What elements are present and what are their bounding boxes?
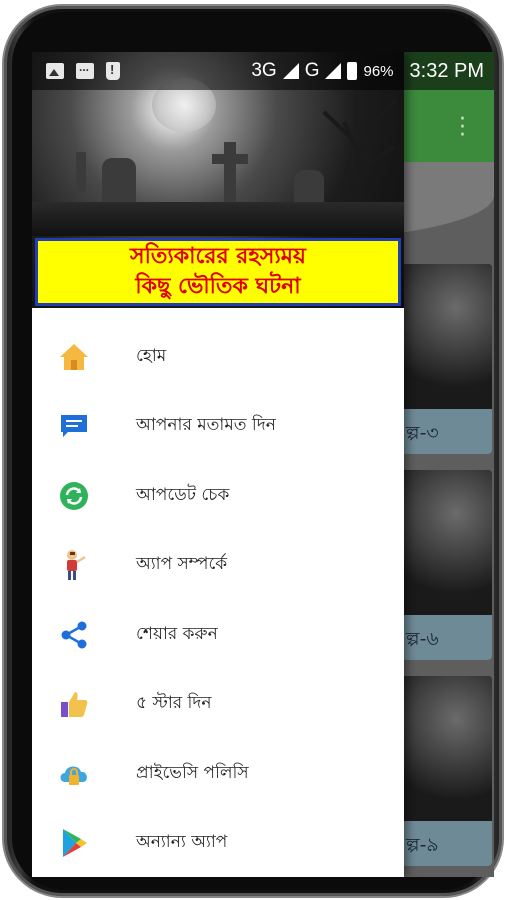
screen: · · · ল্প-৩ ল্প-৬ ল্প-৯ ... ! 3G G 96% 3… <box>32 52 494 877</box>
battery-icon <box>347 62 358 80</box>
signal-icon-2 <box>325 63 342 79</box>
menu-item-home[interactable]: হোম <box>32 322 404 392</box>
menu-item-about[interactable]: অ্যাপ সম্পর্কে <box>32 531 404 601</box>
clock: 3:32 PM <box>409 59 484 82</box>
home-icon <box>54 337 94 377</box>
message-notification-icon <box>76 60 94 79</box>
menu-item-label: অন্যান্য অ্যাপ <box>136 832 228 853</box>
menu-item-label: আপডেট চেক <box>136 484 230 505</box>
story-image <box>402 264 492 409</box>
story-card-label: ল্প-৯ <box>402 821 492 866</box>
alert-notification-icon <box>106 62 120 80</box>
about-icon <box>54 545 94 585</box>
drawer-menu: হোম আপনার মতামত দিন আপডেট চেক অ্যাপ সম্প… <box>32 322 404 877</box>
thumbs-up-icon <box>54 684 94 724</box>
battery-percent: 96% <box>363 62 394 80</box>
graveyard-ground <box>32 202 404 236</box>
share-icon <box>54 615 94 655</box>
phone-frame: · · · ল্প-৩ ল্প-৬ ল্প-৯ ... ! 3G G 96% 3… <box>4 6 502 896</box>
story-card-label: ল্প-৬ <box>402 615 492 660</box>
navigation-drawer: সত্যিকারের রহস্যময় কিছু ভৌতিক ঘটনা হোম <box>32 52 404 877</box>
play-store-icon <box>54 823 94 863</box>
app-title-line-2: কিছু ভৌতিক ঘটনা <box>135 274 301 299</box>
menu-item-label: প্রাইভেসি পলিসি <box>136 762 249 783</box>
network-type-label: 3G <box>251 60 277 81</box>
menu-item-privacy-policy[interactable]: প্রাইভেসি পলিসি <box>32 739 404 809</box>
status-bar: 3G G 96% 3:32 PM <box>32 52 494 90</box>
network-type-label-2: G <box>304 60 320 81</box>
gallery-notification-icon <box>46 63 64 79</box>
menu-item-share[interactable]: শেয়ার করুন <box>32 600 404 670</box>
story-card[interactable]: ল্প-৬ <box>402 470 492 660</box>
story-card-label: ল্প-৩ <box>402 409 492 454</box>
privacy-icon <box>54 754 94 794</box>
menu-item-other-apps[interactable]: অন্যান্য অ্যাপ <box>32 809 404 878</box>
story-image <box>402 470 492 615</box>
phone-bezel: · · · ল্প-৩ ল্প-৬ ল্প-৯ ... ! 3G G 96% 3… <box>12 12 494 890</box>
menu-item-feedback[interactable]: আপনার মতামত দিন <box>32 392 404 462</box>
app-title-line-1: সত্যিকারের রহস্যময় <box>130 244 306 269</box>
menu-item-update-check[interactable]: আপডেট চেক <box>32 461 404 531</box>
menu-item-label: ৫ স্টার দিন <box>136 693 212 714</box>
overflow-menu-icon[interactable]: · · · <box>459 109 466 147</box>
app-title-banner: সত্যিকারের রহস্যময় কিছু ভৌতিক ঘটনা <box>35 238 401 306</box>
tombstone <box>102 158 136 208</box>
story-card[interactable]: ল্প-৩ <box>402 264 492 454</box>
cross-grave <box>76 152 86 192</box>
story-card[interactable]: ল্প-৯ <box>402 676 492 866</box>
menu-item-label: অ্যাপ সম্পর্কে <box>136 554 228 575</box>
menu-item-label: হোম <box>136 345 167 366</box>
story-image <box>402 676 492 821</box>
signal-icon <box>282 63 299 79</box>
update-icon <box>54 476 94 516</box>
menu-item-label: আপনার মতামত দিন <box>136 415 276 436</box>
drawer-header-image: সত্যিকারের রহস্যময় কিছু ভৌতিক ঘটনা <box>32 52 404 308</box>
cross-arm <box>212 154 248 164</box>
feedback-icon <box>54 406 94 446</box>
menu-item-rate-five-star[interactable]: ৫ স্টার দিন <box>32 670 404 740</box>
cross-grave <box>224 142 236 206</box>
menu-item-label: শেয়ার করুন <box>136 623 218 644</box>
